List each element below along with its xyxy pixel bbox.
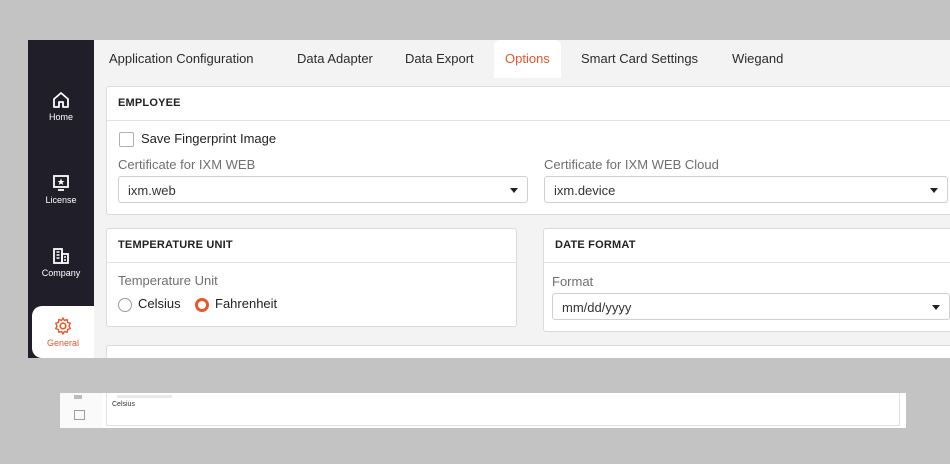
thumbnail-sidebar — [60, 393, 102, 428]
cert-web-value: ixm.web — [128, 183, 176, 198]
cert-web-select[interactable]: ixm.web — [118, 176, 528, 203]
date-format-value: mm/dd/yyyy — [562, 300, 632, 315]
company-icon — [53, 248, 69, 264]
sidebar-item-home[interactable]: Home — [28, 90, 94, 122]
celsius-label: Celsius — [138, 296, 181, 311]
sidebar-item-general[interactable]: General — [32, 306, 94, 358]
format-label: Format — [552, 274, 594, 289]
celsius-radio[interactable] — [118, 298, 132, 312]
sidebar-item-license[interactable]: License — [28, 173, 94, 205]
sidebar-item-label: Company — [41, 268, 81, 278]
tab-wiegand[interactable]: Wiegand — [721, 40, 794, 78]
tab-data-adapter[interactable]: Data Adapter — [286, 40, 384, 78]
fahrenheit-radio[interactable] — [195, 298, 209, 312]
date-format-panel-title: DATE FORMAT — [544, 229, 950, 263]
license-icon — [53, 175, 69, 191]
temperature-panel-title: TEMPERATURE UNIT — [107, 229, 516, 263]
cert-cloud-value: ixm.device — [554, 183, 616, 198]
gear-icon — [55, 317, 71, 335]
fahrenheit-label: Fahrenheit — [215, 296, 278, 311]
chevron-down-icon — [930, 188, 938, 193]
cert-cloud-select[interactable]: ixm.device — [544, 176, 948, 203]
cert-web-label: Certificate for IXM WEB — [118, 157, 256, 172]
tab-options[interactable]: Options — [494, 40, 561, 78]
tab-application-configuration[interactable]: Application Configuration — [98, 40, 265, 78]
thumbnail-gear-icon — [74, 410, 85, 420]
save-fingerprint-checkbox[interactable] — [119, 132, 134, 147]
temperature-panel: TEMPERATURE UNIT Temperature Unit Celsiu… — [106, 228, 517, 327]
thumbnail-value-text: Celsius — [112, 401, 135, 408]
thumbnail-company-icon — [74, 395, 82, 399]
main-content: Application Configuration Data Adapter D… — [94, 40, 950, 358]
home-icon — [53, 92, 69, 108]
thumbnail-faded-label — [117, 395, 172, 398]
thumbnail-preview: Celsius — [60, 393, 906, 428]
sidebar-item-label: General — [46, 338, 80, 348]
cert-cloud-label: Certificate for IXM WEB Cloud — [544, 157, 719, 172]
lower-panel — [106, 345, 950, 358]
date-format-panel: DATE FORMAT Format mm/dd/yyyy — [543, 228, 950, 332]
temperature-unit-label: Temperature Unit — [118, 273, 218, 288]
employee-panel: EMPLOYEE Save Fingerprint Image Certific… — [106, 86, 950, 215]
sidebar-item-company[interactable]: Company — [28, 246, 94, 278]
sidebar-item-label: Home — [48, 112, 73, 122]
save-fingerprint-label: Save Fingerprint Image — [141, 131, 277, 146]
chevron-down-icon — [510, 188, 518, 193]
date-format-select[interactable]: mm/dd/yyyy — [552, 293, 950, 320]
chevron-down-icon — [932, 305, 940, 310]
sidebar-item-label: License — [45, 195, 77, 205]
tab-smart-card-settings[interactable]: Smart Card Settings — [570, 40, 709, 78]
app-window: Home License Company General Application… — [28, 40, 950, 358]
thumbnail-card: Celsius — [106, 393, 900, 426]
tab-bar: Application Configuration Data Adapter D… — [94, 40, 950, 78]
employee-panel-title: EMPLOYEE — [107, 87, 950, 121]
sidebar: Home License Company General — [28, 40, 94, 358]
tab-data-export[interactable]: Data Export — [394, 40, 485, 78]
